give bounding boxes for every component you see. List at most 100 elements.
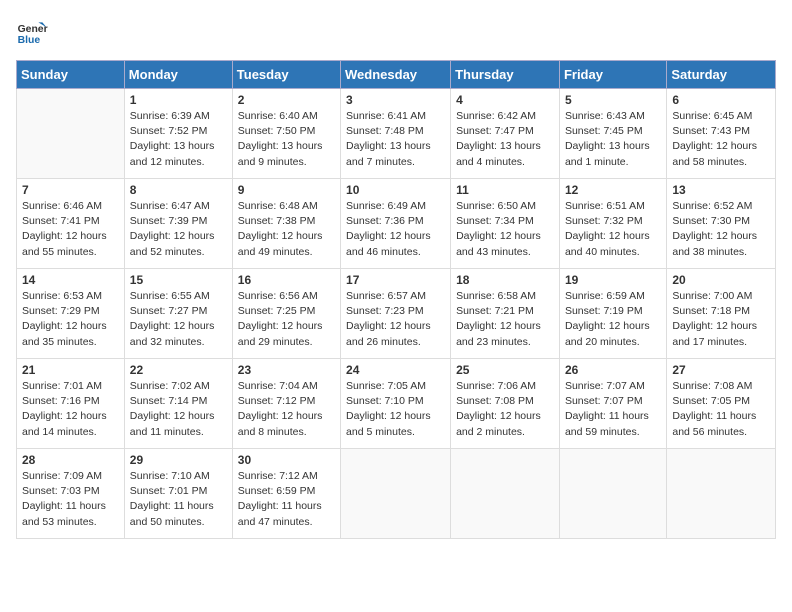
day-info: Sunrise: 6:57 AM Sunset: 7:23 PM Dayligh…: [346, 289, 445, 350]
calendar-cell: 4 Sunrise: 6:42 AM Sunset: 7:47 PM Daylig…: [451, 89, 560, 179]
calendar-cell: 24Sunrise: 7:05 AM Sunset: 7:10 PM Dayli…: [341, 359, 451, 449]
calendar-cell: 27Sunrise: 7:08 AM Sunset: 7:05 PM Dayli…: [667, 359, 776, 449]
day-number: 19: [565, 273, 661, 287]
day-info: Sunrise: 6:55 AM Sunset: 7:27 PM Dayligh…: [130, 289, 227, 350]
week-row-2: 7 Sunrise: 6:46 AM Sunset: 7:41 PM Daylig…: [17, 179, 776, 269]
day-number: 29: [130, 453, 227, 467]
day-info: Sunrise: 6:48 AM Sunset: 7:38 PM Dayligh…: [238, 199, 335, 260]
day-info: Sunrise: 7:04 AM Sunset: 7:12 PM Dayligh…: [238, 379, 335, 440]
calendar-cell: [559, 449, 666, 539]
calendar-cell: 20 Sunrise: 7:00 AM Sunset: 7:18 PM Dayli…: [667, 269, 776, 359]
logo-icon: General Blue: [16, 16, 48, 48]
calendar-cell: 10Sunrise: 6:49 AM Sunset: 7:36 PM Dayli…: [341, 179, 451, 269]
day-number: 2: [238, 93, 335, 107]
day-info: Sunrise: 7:01 AM Sunset: 7:16 PM Dayligh…: [22, 379, 119, 440]
day-number: 4: [456, 93, 554, 107]
calendar-cell: 17 Sunrise: 6:57 AM Sunset: 7:23 PM Dayli…: [341, 269, 451, 359]
day-info: Sunrise: 7:00 AM Sunset: 7:18 PM Dayligh…: [672, 289, 770, 350]
day-number: 7: [22, 183, 119, 197]
day-info: Sunrise: 6:51 AM Sunset: 7:32 PM Dayligh…: [565, 199, 661, 260]
calendar-cell: 11Sunrise: 6:50 AM Sunset: 7:34 PM Dayli…: [451, 179, 560, 269]
day-number: 23: [238, 363, 335, 377]
day-info: Sunrise: 6:52 AM Sunset: 7:30 PM Dayligh…: [672, 199, 770, 260]
day-number: 30: [238, 453, 335, 467]
calendar-cell: [341, 449, 451, 539]
day-number: 26: [565, 363, 661, 377]
day-info: Sunrise: 6:39 AM Sunset: 7:52 PM Dayligh…: [130, 109, 227, 170]
calendar-cell: 21 Sunrise: 7:01 AM Sunset: 7:16 PM Dayli…: [17, 359, 125, 449]
day-info: Sunrise: 7:12 AM Sunset: 6:59 PM Dayligh…: [238, 469, 335, 530]
col-header-sunday: Sunday: [17, 61, 125, 89]
day-number: 9: [238, 183, 335, 197]
day-number: 28: [22, 453, 119, 467]
day-number: 16: [238, 273, 335, 287]
day-info: Sunrise: 7:10 AM Sunset: 7:01 PM Dayligh…: [130, 469, 227, 530]
calendar-cell: 2 Sunrise: 6:40 AM Sunset: 7:50 PM Daylig…: [232, 89, 340, 179]
calendar-cell: 16 Sunrise: 6:56 AM Sunset: 7:25 PM Dayli…: [232, 269, 340, 359]
day-info: Sunrise: 7:02 AM Sunset: 7:14 PM Dayligh…: [130, 379, 227, 440]
day-number: 5: [565, 93, 661, 107]
calendar-cell: 7 Sunrise: 6:46 AM Sunset: 7:41 PM Daylig…: [17, 179, 125, 269]
day-number: 12: [565, 183, 661, 197]
page-header: General Blue: [16, 16, 776, 48]
calendar-cell: 28 Sunrise: 7:09 AM Sunset: 7:03 PM Dayli…: [17, 449, 125, 539]
calendar-cell: 8Sunrise: 6:47 AM Sunset: 7:39 PM Daylig…: [124, 179, 232, 269]
day-info: Sunrise: 7:05 AM Sunset: 7:10 PM Dayligh…: [346, 379, 445, 440]
calendar-cell: 23 Sunrise: 7:04 AM Sunset: 7:12 PM Dayli…: [232, 359, 340, 449]
day-number: 18: [456, 273, 554, 287]
calendar-cell: [667, 449, 776, 539]
calendar-cell: 3Sunrise: 6:41 AM Sunset: 7:48 PM Daylig…: [341, 89, 451, 179]
day-info: Sunrise: 6:56 AM Sunset: 7:25 PM Dayligh…: [238, 289, 335, 350]
calendar-cell: 6 Sunrise: 6:45 AM Sunset: 7:43 PM Daylig…: [667, 89, 776, 179]
calendar-cell: 14 Sunrise: 6:53 AM Sunset: 7:29 PM Dayli…: [17, 269, 125, 359]
calendar-table: SundayMondayTuesdayWednesdayThursdayFrid…: [16, 60, 776, 539]
day-number: 22: [130, 363, 227, 377]
day-info: Sunrise: 7:06 AM Sunset: 7:08 PM Dayligh…: [456, 379, 554, 440]
day-number: 15: [130, 273, 227, 287]
col-header-friday: Friday: [559, 61, 666, 89]
day-number: 6: [672, 93, 770, 107]
calendar-cell: 29 Sunrise: 7:10 AM Sunset: 7:01 PM Dayli…: [124, 449, 232, 539]
day-info: Sunrise: 6:53 AM Sunset: 7:29 PM Dayligh…: [22, 289, 119, 350]
calendar-cell: 12 Sunrise: 6:51 AM Sunset: 7:32 PM Dayli…: [559, 179, 666, 269]
week-row-5: 28 Sunrise: 7:09 AM Sunset: 7:03 PM Dayli…: [17, 449, 776, 539]
calendar-cell: 26 Sunrise: 7:07 AM Sunset: 7:07 PM Dayli…: [559, 359, 666, 449]
day-info: Sunrise: 7:07 AM Sunset: 7:07 PM Dayligh…: [565, 379, 661, 440]
day-number: 21: [22, 363, 119, 377]
col-header-thursday: Thursday: [451, 61, 560, 89]
day-number: 25: [456, 363, 554, 377]
day-info: Sunrise: 6:43 AM Sunset: 7:45 PM Dayligh…: [565, 109, 661, 170]
day-number: 3: [346, 93, 445, 107]
day-info: Sunrise: 6:46 AM Sunset: 7:41 PM Dayligh…: [22, 199, 119, 260]
calendar-cell: 9 Sunrise: 6:48 AM Sunset: 7:38 PM Daylig…: [232, 179, 340, 269]
week-row-3: 14 Sunrise: 6:53 AM Sunset: 7:29 PM Dayli…: [17, 269, 776, 359]
day-info: Sunrise: 6:49 AM Sunset: 7:36 PM Dayligh…: [346, 199, 445, 260]
calendar-cell: 5 Sunrise: 6:43 AM Sunset: 7:45 PM Daylig…: [559, 89, 666, 179]
calendar-cell: 1Sunrise: 6:39 AM Sunset: 7:52 PM Daylig…: [124, 89, 232, 179]
week-row-1: 1Sunrise: 6:39 AM Sunset: 7:52 PM Daylig…: [17, 89, 776, 179]
svg-text:Blue: Blue: [18, 35, 41, 46]
day-number: 8: [130, 183, 227, 197]
calendar-cell: 15 Sunrise: 6:55 AM Sunset: 7:27 PM Dayli…: [124, 269, 232, 359]
day-number: 14: [22, 273, 119, 287]
col-header-saturday: Saturday: [667, 61, 776, 89]
day-info: Sunrise: 7:09 AM Sunset: 7:03 PM Dayligh…: [22, 469, 119, 530]
day-number: 13: [672, 183, 770, 197]
calendar-cell: 13 Sunrise: 6:52 AM Sunset: 7:30 PM Dayli…: [667, 179, 776, 269]
day-info: Sunrise: 6:42 AM Sunset: 7:47 PM Dayligh…: [456, 109, 554, 170]
calendar-header-row: SundayMondayTuesdayWednesdayThursdayFrid…: [17, 61, 776, 89]
day-number: 20: [672, 273, 770, 287]
day-number: 11: [456, 183, 554, 197]
calendar-cell: [451, 449, 560, 539]
calendar-cell: 30 Sunrise: 7:12 AM Sunset: 6:59 PM Dayli…: [232, 449, 340, 539]
day-info: Sunrise: 6:59 AM Sunset: 7:19 PM Dayligh…: [565, 289, 661, 350]
col-header-tuesday: Tuesday: [232, 61, 340, 89]
day-number: 17: [346, 273, 445, 287]
logo: General Blue: [16, 16, 52, 48]
svg-text:General: General: [18, 24, 48, 35]
col-header-wednesday: Wednesday: [341, 61, 451, 89]
day-info: Sunrise: 6:40 AM Sunset: 7:50 PM Dayligh…: [238, 109, 335, 170]
week-row-4: 21 Sunrise: 7:01 AM Sunset: 7:16 PM Dayli…: [17, 359, 776, 449]
calendar-cell: 25 Sunrise: 7:06 AM Sunset: 7:08 PM Dayli…: [451, 359, 560, 449]
day-info: Sunrise: 6:45 AM Sunset: 7:43 PM Dayligh…: [672, 109, 770, 170]
